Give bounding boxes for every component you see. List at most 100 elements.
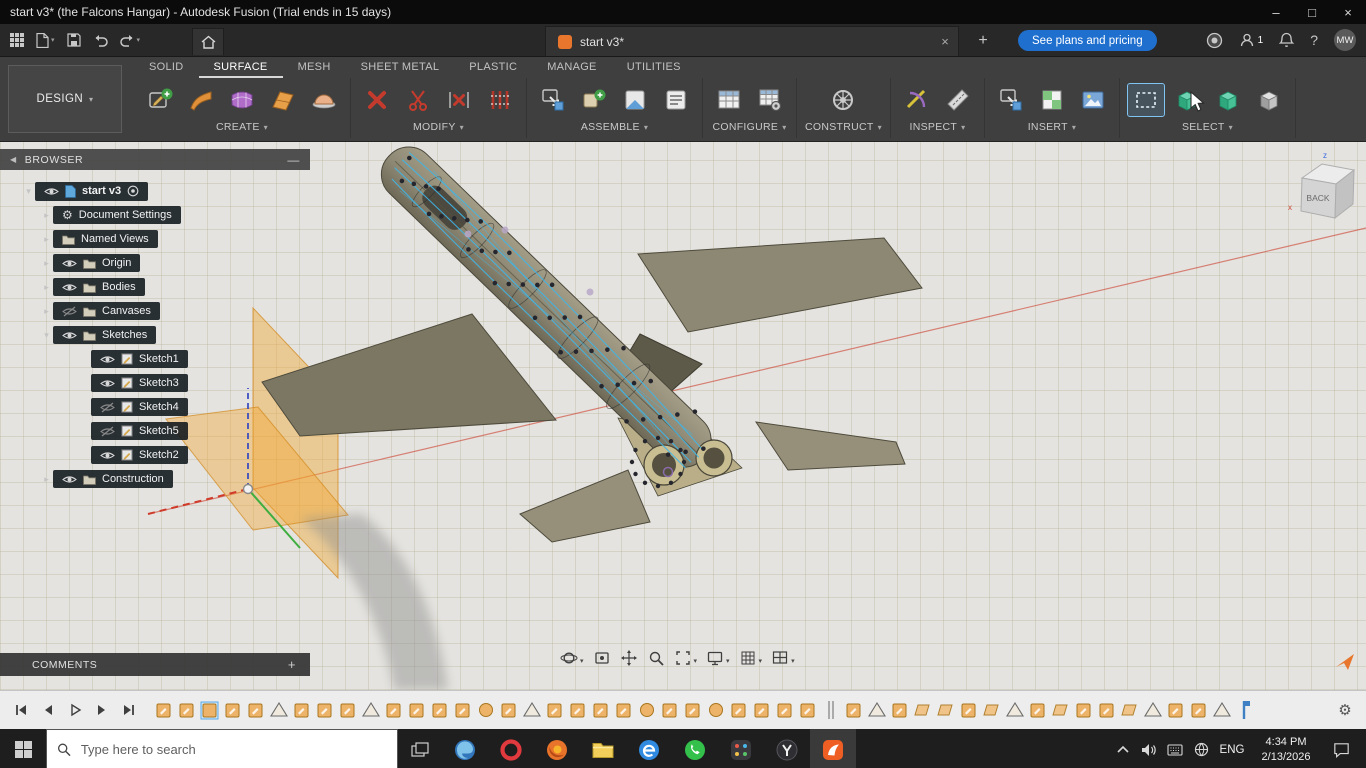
- timeline-settings-icon[interactable]: ⚙: [1330, 701, 1360, 719]
- orbit-button[interactable]: ▾: [560, 649, 584, 672]
- timeline-feature-circ[interactable]: [637, 700, 657, 720]
- timeline-feature-tri[interactable]: [1005, 700, 1025, 720]
- avatar[interactable]: MW: [1334, 29, 1356, 51]
- timeline-feature-sq[interactable]: [384, 700, 404, 720]
- visibility-eye-icon[interactable]: [62, 330, 77, 341]
- left-stabilizer[interactable]: [519, 469, 651, 543]
- taskbar-app-opera[interactable]: [488, 729, 534, 768]
- timeline-feature-pl[interactable]: [1120, 700, 1140, 720]
- minimize-panel-icon[interactable]: —: [287, 153, 300, 167]
- workspace-selector[interactable]: DESIGN ▾: [8, 65, 122, 133]
- look-at-button[interactable]: [593, 649, 611, 672]
- timeline-feature-sq[interactable]: [729, 700, 749, 720]
- profile-icon[interactable]: 1: [1239, 32, 1263, 48]
- taskbar-app-whatsapp[interactable]: [672, 729, 718, 768]
- joint-origin-icon[interactable]: [658, 84, 694, 116]
- browser-item-sketch3[interactable]: Sketch3: [0, 371, 310, 395]
- browser-row-pill[interactable]: Canvases: [53, 302, 160, 320]
- taskbar-app-edge[interactable]: [442, 729, 488, 768]
- autodesk-logo-icon[interactable]: [1334, 652, 1356, 677]
- step-back-button[interactable]: [37, 699, 59, 721]
- browser-item-sketch1[interactable]: Sketch1: [0, 347, 310, 371]
- visibility-eye-icon[interactable]: [62, 474, 77, 485]
- timeline-feature-sq[interactable]: [453, 700, 473, 720]
- trim-icon[interactable]: [359, 84, 395, 116]
- browser-row-pill[interactable]: Named Views: [53, 230, 158, 248]
- joint-icon[interactable]: [576, 84, 612, 116]
- new-tab-button[interactable]: +: [972, 30, 994, 52]
- timeline-feature-sq[interactable]: [407, 700, 427, 720]
- display-settings-button[interactable]: ▾: [706, 649, 730, 672]
- timeline-feature-sq[interactable]: [1074, 700, 1094, 720]
- revolve-icon[interactable]: [306, 84, 342, 116]
- timeline-feature-sq[interactable]: [1166, 700, 1186, 720]
- browser-item-document-settings[interactable]: ▸ ⚙ Document Settings: [0, 203, 310, 227]
- visibility-eye-off-icon[interactable]: [100, 426, 115, 437]
- browser-root-row[interactable]: start v3: [35, 181, 149, 201]
- taskbar-app-app-grid[interactable]: [718, 729, 764, 768]
- browser-row-pill[interactable]: Sketch2: [91, 446, 188, 464]
- browser-item-bodies[interactable]: ▸ Bodies: [0, 275, 310, 299]
- timeline-feature-sq[interactable]: [614, 700, 634, 720]
- dropdown-caret-icon[interactable]: ▾: [137, 36, 141, 44]
- visibility-eye-icon[interactable]: [100, 354, 115, 365]
- undo-icon[interactable]: [93, 34, 108, 47]
- start-button[interactable]: [0, 729, 46, 768]
- expand-chevron-icon[interactable]: ▸: [40, 474, 53, 485]
- visibility-eye-icon[interactable]: [100, 378, 115, 389]
- dropdown-caret-icon[interactable]: ▾: [580, 657, 584, 665]
- timeline-feature-sq[interactable]: [890, 700, 910, 720]
- action-center-button[interactable]: [1322, 742, 1360, 758]
- timeline-feature-circ[interactable]: [706, 700, 726, 720]
- minimize-button[interactable]: –: [1258, 0, 1294, 24]
- right-stabilizer[interactable]: [754, 421, 906, 471]
- select-priority-edge-icon[interactable]: [1251, 84, 1287, 116]
- sketch-node[interactable]: [501, 226, 509, 234]
- notifications-icon[interactable]: [1279, 32, 1295, 48]
- timeline-feature-sq[interactable]: [1097, 700, 1117, 720]
- clock[interactable]: 4:34 PM 2/13/2026: [1250, 735, 1322, 765]
- timeline-feature-sq[interactable]: [798, 700, 818, 720]
- create-sketch-icon[interactable]: [142, 84, 178, 116]
- sketch-node[interactable]: [464, 230, 472, 238]
- maximize-button[interactable]: □: [1294, 0, 1330, 24]
- timeline-feature-sq-sel[interactable]: [200, 700, 220, 720]
- timeline-feature-tri[interactable]: [361, 700, 381, 720]
- timeline-feature-tri[interactable]: [867, 700, 887, 720]
- stitch-icon[interactable]: [441, 84, 477, 116]
- help-icon[interactable]: ?: [1310, 32, 1318, 48]
- ribbon-tab-manage[interactable]: MANAGE: [532, 59, 611, 78]
- ribbon-tab-plastic[interactable]: PLASTIC: [454, 59, 532, 78]
- taskbar-app-firefox[interactable]: [534, 729, 580, 768]
- close-button[interactable]: ×: [1330, 0, 1366, 24]
- right-wing[interactable]: [637, 237, 923, 333]
- browser-item-origin[interactable]: ▸ Origin: [0, 251, 310, 275]
- app-launcher-icon[interactable]: [10, 33, 24, 47]
- browser-row-pill[interactable]: Construction: [53, 470, 173, 488]
- timeline-feature-pl[interactable]: [913, 700, 933, 720]
- ribbon-group-label-assemble[interactable]: ASSEMBLE ▾: [581, 121, 648, 138]
- patch-icon[interactable]: [224, 84, 260, 116]
- timeline-feature-sq[interactable]: [545, 700, 565, 720]
- taskbar-app-edge-legacy[interactable]: [626, 729, 672, 768]
- browser-row-pill[interactable]: ⚙ Document Settings: [53, 206, 181, 224]
- timeline-feature-div[interactable]: [821, 700, 841, 720]
- timeline-feature-sq[interactable]: [1028, 700, 1048, 720]
- dropdown-caret-icon[interactable]: ▾: [791, 657, 795, 665]
- ribbon-group-label-modify[interactable]: MODIFY ▾: [413, 121, 464, 138]
- browser-item-sketch5[interactable]: Sketch5: [0, 419, 310, 443]
- taskbar-app-media-app[interactable]: [764, 729, 810, 768]
- fit-button[interactable]: ▾: [674, 649, 697, 672]
- viewcube-face-label[interactable]: BACK: [1306, 193, 1329, 203]
- timeline-feature-pl[interactable]: [982, 700, 1002, 720]
- timeline-feature-sq[interactable]: [568, 700, 588, 720]
- document-tab[interactable]: start v3* ×: [545, 26, 959, 56]
- timeline-feature-sq[interactable]: [499, 700, 519, 720]
- browser-item-sketch4[interactable]: Sketch4: [0, 395, 310, 419]
- ribbon-group-label-select[interactable]: SELECT ▾: [1182, 121, 1233, 138]
- go-to-start-button[interactable]: [10, 699, 32, 721]
- timeline-position-marker[interactable]: [1235, 700, 1255, 720]
- ribbon-group-label-insert[interactable]: INSERT ▾: [1028, 121, 1076, 138]
- visibility-eye-icon[interactable]: [100, 450, 115, 461]
- save-icon[interactable]: [66, 33, 81, 47]
